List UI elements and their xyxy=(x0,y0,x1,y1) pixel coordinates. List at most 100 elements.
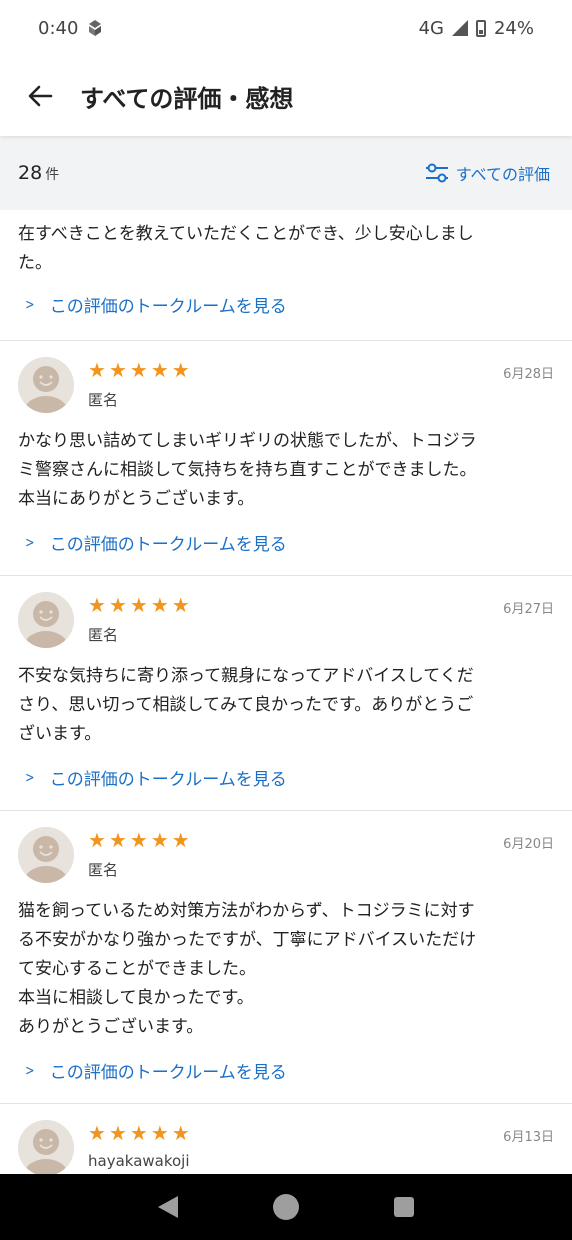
review-text: 不安な気持ちに寄り添って親身になってアドバイスしてくだ さり、思い切って相談して… xyxy=(18,662,554,749)
filter-button[interactable]: すべての評価 xyxy=(424,161,550,185)
review-item: ★ ★ ★ ★ ★ 匿名 6月20日 猫を飼っているため対策方法がわからず、トコ… xyxy=(0,811,572,1104)
review-date: 6月27日 xyxy=(503,602,554,617)
app-notification-icon xyxy=(89,20,102,36)
battery-icon xyxy=(475,19,486,37)
star-icon: ★ xyxy=(88,358,106,382)
star-icon: ★ xyxy=(108,358,127,382)
nav-back-icon[interactable] xyxy=(157,1196,178,1218)
star-icon: ★ xyxy=(108,828,127,852)
arrow-back-icon xyxy=(28,85,53,107)
signal-icon xyxy=(451,20,468,36)
review-text-line: る不安がかなり強かったですが、丁寧にアドバイスいただけ xyxy=(18,930,477,950)
star-icon: ★ xyxy=(150,593,169,617)
review-header: ★ ★ ★ ★ ★ hayakawakoji 6月13日 xyxy=(18,1120,554,1174)
default-avatar-icon xyxy=(18,357,74,413)
star-icon: ★ xyxy=(150,1121,169,1145)
avatar xyxy=(18,1120,74,1174)
review-text-line: ざいます。 xyxy=(18,724,102,744)
star-icon: ★ xyxy=(88,593,106,617)
avatar xyxy=(18,357,74,413)
review-item: ★ ★ ★ ★ ★ hayakawakoji 6月13日 xyxy=(0,1104,572,1174)
review-header: ★ ★ ★ ★ ★ 匿名 6月28日 xyxy=(18,357,554,417)
review-text-line: 本当に相談して良かったです。 xyxy=(18,988,254,1008)
review-date: 6月13日 xyxy=(503,1130,554,1145)
default-avatar-icon xyxy=(18,592,74,648)
review-text-line: ミ警察さんに相談して気持ちを持ち直すことができました。 xyxy=(18,460,477,480)
review-text: 猫を飼っているため対策方法がわからず、トコジラミに対す る不安がかなり強かったで… xyxy=(18,897,554,1042)
star-icon: ★ xyxy=(171,358,190,382)
review-meta: ★ ★ ★ ★ ★ hayakawakoji xyxy=(88,1120,554,1170)
star-rating: ★ ★ ★ ★ ★ xyxy=(88,359,554,381)
filter-sliders-icon xyxy=(425,163,448,183)
battery-label: 24% xyxy=(493,17,534,39)
star-icon: ★ xyxy=(171,1121,190,1145)
review-date: 6月28日 xyxy=(503,367,554,382)
nav-recents-icon[interactable] xyxy=(394,1197,415,1217)
page-title: すべての評価・感想 xyxy=(80,84,294,113)
review-text-line: 在すべきことを教えていただくことができ、少し安心しまし xyxy=(18,224,474,244)
back-button[interactable] xyxy=(26,82,54,110)
star-rating: ★ ★ ★ ★ ★ xyxy=(88,829,554,851)
review-text-line: 不安な気持ちに寄り添って親身になってアドバイスしてくだ xyxy=(18,666,474,686)
review-text-line: かなり思い詰めてしまいギリギリの状態でしたが、トコジラ xyxy=(18,431,477,451)
view-talkroom-label: この評価のトークルームを見る xyxy=(49,770,287,790)
status-time: 0:40 xyxy=(38,17,79,39)
review-count-number: 28 xyxy=(18,162,43,184)
network-label: 4G xyxy=(418,17,444,39)
review-text-line: ありがとうございます。 xyxy=(18,1017,204,1037)
star-icon: ★ xyxy=(129,1121,148,1145)
view-talkroom-link[interactable]: > この評価のトークルームを見る xyxy=(18,749,554,810)
avatar xyxy=(18,827,74,883)
star-icon: ★ xyxy=(88,1121,106,1145)
avatar xyxy=(18,592,74,648)
app-bar: すべての評価・感想 xyxy=(0,56,572,136)
review-meta: ★ ★ ★ ★ ★ 匿名 xyxy=(88,357,554,410)
review-item: ★ ★ ★ ★ ★ 匿名 6月28日 かなり思い詰めてしまいギリギリの状態でした… xyxy=(0,341,572,576)
review-item: ★ ★ ★ ★ ★ 匿名 6月27日 不安な気持ちに寄り添って親身になってアドバ… xyxy=(0,576,572,811)
chevron-right-icon: > xyxy=(25,769,35,786)
view-talkroom-label: この評価のトークルームを見る xyxy=(49,1063,287,1083)
star-icon: ★ xyxy=(108,1121,127,1145)
review-header: ★ ★ ★ ★ ★ 匿名 6月27日 xyxy=(18,592,554,652)
view-talkroom-label: この評価のトークルームを見る xyxy=(49,535,287,555)
review-author: 匿名 xyxy=(88,626,119,644)
chevron-right-icon: > xyxy=(25,534,35,551)
star-icon: ★ xyxy=(129,593,148,617)
review-count-unit: 件 xyxy=(45,167,60,183)
review-meta: ★ ★ ★ ★ ★ 匿名 xyxy=(88,592,554,645)
review-text-line: さり、思い切って相談してみて良かったです。ありがとうご xyxy=(18,695,474,715)
review-meta: ★ ★ ★ ★ ★ 匿名 xyxy=(88,827,554,880)
review-author: 匿名 xyxy=(88,391,119,409)
view-talkroom-label: この評価のトークルームを見る xyxy=(49,297,287,317)
review-list[interactable]: 在すべきことを教えていただくことができ、少し安心しまし た。 > この評価のトー… xyxy=(0,210,572,1174)
system-nav-bar xyxy=(0,1174,572,1240)
review-text: かなり思い詰めてしまいギリギリの状態でしたが、トコジラ ミ警察さんに相談して気持… xyxy=(18,427,554,514)
star-rating: ★ ★ ★ ★ ★ xyxy=(88,1122,554,1144)
view-talkroom-link[interactable]: > この評価のトークルームを見る xyxy=(18,1042,554,1103)
star-icon: ★ xyxy=(129,358,148,382)
star-icon: ★ xyxy=(171,593,190,617)
default-avatar-icon xyxy=(18,827,74,883)
filter-label: すべての評価 xyxy=(455,165,550,184)
review-count: 28 件 xyxy=(18,162,59,184)
review-text-line: 本当にありがとうございます。 xyxy=(18,489,255,509)
view-talkroom-link[interactable]: > この評価のトークルームを見る xyxy=(18,278,554,337)
nav-home-icon[interactable] xyxy=(272,1194,299,1220)
star-icon: ★ xyxy=(150,828,169,852)
star-icon: ★ xyxy=(108,593,127,617)
review-item: 在すべきことを教えていただくことができ、少し安心しまし た。 > この評価のトー… xyxy=(0,210,572,341)
summary-bar: 28 件 すべての評価 xyxy=(0,136,572,210)
review-author: hayakawakoji xyxy=(88,1152,190,1170)
star-rating: ★ ★ ★ ★ ★ xyxy=(88,594,554,616)
view-talkroom-link[interactable]: > この評価のトークルームを見る xyxy=(18,514,554,575)
chevron-right-icon: > xyxy=(25,1062,35,1079)
star-icon: ★ xyxy=(171,828,190,852)
star-icon: ★ xyxy=(88,828,106,852)
review-date: 6月20日 xyxy=(503,837,554,852)
review-text-line: 猫を飼っているため対策方法がわからず、トコジラミに対す xyxy=(18,901,475,921)
status-bar: 0:40 4G 24% xyxy=(0,0,572,56)
chevron-right-icon: > xyxy=(25,296,35,313)
status-right: 4G 24% xyxy=(419,18,534,39)
review-text-line: た。 xyxy=(18,253,52,273)
default-avatar-icon xyxy=(18,1120,74,1174)
